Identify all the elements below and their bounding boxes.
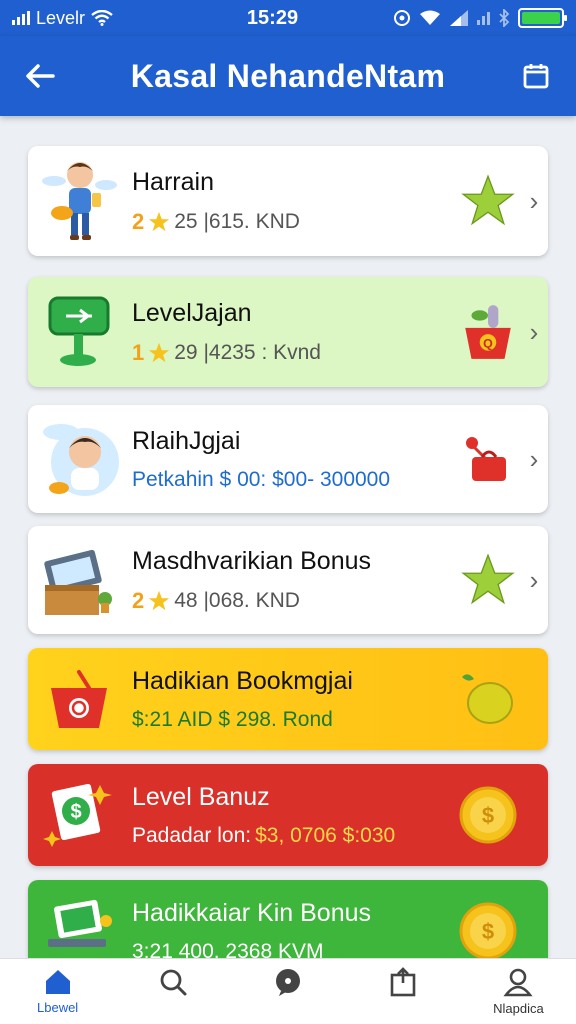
item-meta: Padadar lon: $3, 0706 $:030 <box>132 824 456 848</box>
bag-icon <box>456 427 520 491</box>
page-title: Kasal NehandeNtam <box>130 57 446 94</box>
list-item[interactable]: Harrain 2 25 |615. KND › <box>28 146 548 256</box>
item-meta-value: 3:21 400. 2368 KVM <box>132 939 324 959</box>
item-meta: 2 48 |068. KND <box>132 588 456 614</box>
bluetooth-icon <box>499 9 510 27</box>
item-title: Level Banuz <box>132 782 270 811</box>
chat-icon <box>276 969 300 996</box>
bonus-list: Harrain 2 25 |615. KND › LevelJajan 1 29… <box>0 116 576 958</box>
carrier-name: Levelr <box>36 7 86 28</box>
coin-icon: $ <box>456 783 520 847</box>
item-meta-value: 25 |615. KND <box>174 209 300 233</box>
chevron-right-icon: › <box>529 316 539 347</box>
item-text: Masdhvarikian Bonus 2 48 |068. KND <box>132 547 456 614</box>
svg-text:Q: Q <box>483 337 493 351</box>
tab-chat[interactable] <box>230 959 345 1024</box>
calendar-button[interactable] <box>514 54 558 98</box>
alarm-icon <box>394 10 410 26</box>
chevron-right-icon: › <box>529 185 539 216</box>
item-text: LevelJajan 1 29 |4235 : Kvnd <box>132 299 456 366</box>
battery-icon <box>518 8 567 28</box>
tab-home[interactable]: Lbewel <box>0 959 115 1024</box>
basket-icon <box>28 648 132 750</box>
list-item[interactable]: Hadikian Bookmgjai $:21 AID $ 298. Rond <box>28 648 548 750</box>
item-meta-value: 29 |4235 : Kvnd <box>174 340 321 364</box>
item-text: Harrain 2 25 |615. KND <box>132 168 456 235</box>
cell-signal-icon <box>450 10 468 26</box>
item-meta: 2 25 |615. KND <box>132 209 456 235</box>
item-text: Level Banuz Padadar lon: $3, 0706 $:030 <box>132 783 456 848</box>
money-note-icon: $ <box>28 764 132 866</box>
battery-fill <box>522 12 560 24</box>
chevron-right-icon: › <box>529 443 539 474</box>
svg-text:$: $ <box>482 803 494 828</box>
item-title: Hadikian Bookmgjai <box>132 666 353 695</box>
svg-text:$: $ <box>70 801 81 823</box>
item-meta-value: $:21 AID $ 298. Rond <box>132 707 333 731</box>
signal-bars-icon <box>477 11 490 25</box>
share-icon <box>390 967 416 997</box>
status-bar: Levelr 15:29 <box>0 0 576 36</box>
wifi-icon <box>91 10 113 26</box>
profile-icon <box>503 968 534 997</box>
list-item[interactable]: RlaihJgjai Petkahin $ 00: $00- 300000 › <box>28 405 548 513</box>
item-title: RlaihJgjai <box>132 426 241 455</box>
item-meta-value: 48 |068. KND <box>174 588 300 612</box>
item-level: 2 <box>132 587 145 613</box>
bottom-tab-bar: Lbewel Nlapdica <box>0 958 576 1024</box>
star-icon <box>456 548 520 612</box>
arrow-left-icon <box>26 64 55 88</box>
status-right <box>393 8 567 28</box>
list-item[interactable]: $ Level Banuz Padadar lon: $3, 0706 $:03… <box>28 764 548 866</box>
treasure-box-icon <box>28 526 132 634</box>
list-item[interactable]: Hadikkaiar Kin Bonus 3:21 400. 2368 KVM … <box>28 880 548 958</box>
item-title: Masdhvarikian Bonus <box>132 546 372 575</box>
laptop-money-icon <box>28 880 132 958</box>
item-text: Hadikkaiar Kin Bonus 3:21 400. 2368 KVM <box>132 899 456 959</box>
item-title: Hadikkaiar Kin Bonus <box>132 898 372 927</box>
signal-icon <box>12 11 30 25</box>
small-star-icon <box>149 342 170 362</box>
tab-search[interactable] <box>115 959 230 1024</box>
item-meta: $:21 AID $ 298. Rond <box>132 708 456 732</box>
home-icon <box>45 970 70 994</box>
basket-icon: Q <box>456 300 520 364</box>
item-meta-value: Petkahin $ 00: $00- 300000 <box>132 467 391 491</box>
item-meta: Petkahin $ 00: $00- 300000 <box>132 468 456 492</box>
tab-label: Nlapdica <box>493 1001 544 1016</box>
tab-label: Lbewel <box>37 1000 79 1015</box>
lemon-icon <box>456 667 520 731</box>
item-level: 2 <box>132 208 145 234</box>
item-meta: 1 29 |4235 : Kvnd <box>132 340 456 366</box>
small-star-icon <box>149 211 170 231</box>
calendar-icon <box>523 64 549 89</box>
list-item[interactable]: LevelJajan 1 29 |4235 : Kvnd Q › <box>28 277 548 387</box>
item-meta: 3:21 400. 2368 KVM <box>132 940 456 959</box>
item-meta-value: $3, 0706 $:030 <box>255 823 396 847</box>
tab-profile[interactable]: Nlapdica <box>461 959 576 1024</box>
coin-icon: $ <box>456 899 520 958</box>
signboard-icon <box>28 277 132 387</box>
chevron-right-icon: › <box>529 564 539 595</box>
boy-avatar-icon <box>28 146 132 256</box>
svg-text:$: $ <box>482 919 494 944</box>
back-button[interactable] <box>18 54 62 98</box>
wifi-icon <box>420 10 440 25</box>
item-title: LevelJajan <box>132 298 252 327</box>
small-star-icon <box>149 590 170 610</box>
item-text: RlaihJgjai Petkahin $ 00: $00- 300000 <box>132 427 456 492</box>
app-bar: Kasal NehandeNtam <box>0 36 576 116</box>
kid-avatar-icon <box>28 405 132 513</box>
tab-share[interactable] <box>346 959 461 1024</box>
star-icon <box>456 169 520 233</box>
search-icon <box>160 969 187 996</box>
status-time: 15:29 <box>246 6 299 29</box>
list-item[interactable]: Masdhvarikian Bonus 2 48 |068. KND › <box>28 526 548 634</box>
item-meta-prefix: Padadar lon: <box>132 823 252 847</box>
item-level: 1 <box>132 339 145 365</box>
item-title: Harrain <box>132 167 214 196</box>
item-text: Hadikian Bookmgjai $:21 AID $ 298. Rond <box>132 667 456 732</box>
